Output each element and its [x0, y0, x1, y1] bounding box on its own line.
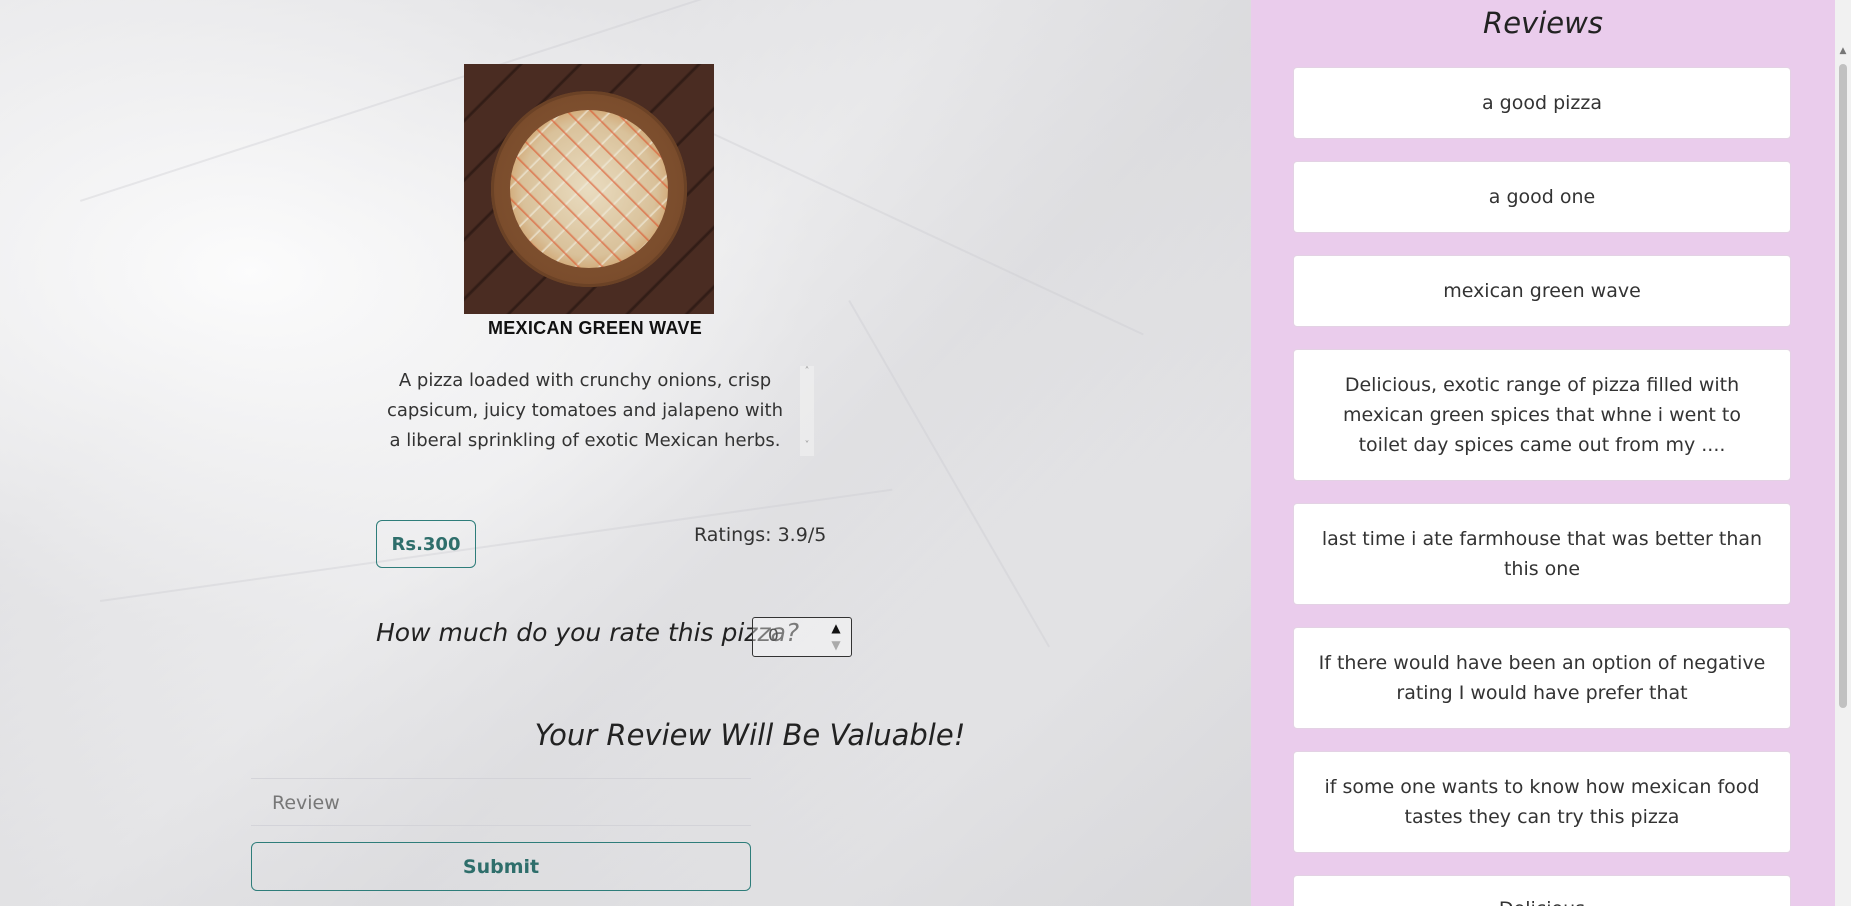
reviews-title: Reviews [1483, 6, 1603, 40]
review-input[interactable]: Review [251, 778, 751, 826]
product-description: A pizza loaded with crunchy onions, cris… [386, 370, 784, 451]
rating-spinner[interactable]: ▲ ▼ [827, 620, 845, 654]
review-card: last time i ate farmhouse that was bette… [1293, 503, 1791, 605]
scroll-up-icon[interactable]: ˄ [800, 366, 814, 377]
review-card: If there would have been an option of ne… [1293, 627, 1791, 729]
ratings-label: Ratings: 3.9/5 [694, 524, 827, 546]
review-card: mexican green wave [1293, 255, 1791, 327]
rating-value: 0 [768, 626, 779, 646]
review-card: Delicious [1293, 875, 1791, 906]
product-description-box[interactable]: A pizza loaded with crunchy onions, cris… [380, 366, 814, 456]
description-scrollbar[interactable]: ˄ ˅ [800, 366, 814, 456]
page-scrollbar[interactable]: ▲ [1835, 0, 1851, 906]
product-detail-pane: MEXICAN GREEN WAVE A pizza loaded with c… [0, 0, 1251, 906]
rate-question-label: How much do you rate this pizza? [376, 618, 800, 647]
rating-number-input[interactable]: 0 ▲ ▼ [752, 617, 852, 657]
reviews-panel[interactable]: Reviews a good pizza a good one mexican … [1251, 0, 1835, 906]
pizza-image [464, 64, 714, 314]
product-name: MEXICAN GREEN WAVE [487, 318, 703, 338]
spin-down-icon[interactable]: ▼ [827, 637, 845, 654]
background-crease [848, 300, 1050, 648]
pizza-illustration [510, 110, 668, 268]
review-heading: Your Review Will Be Valuable! [534, 718, 966, 752]
scroll-down-icon[interactable]: ˅ [800, 440, 814, 451]
review-card: Delicious, exotic range of pizza filled … [1293, 349, 1791, 481]
price-button[interactable]: Rs.300 [376, 520, 476, 568]
spin-up-icon[interactable]: ▲ [827, 620, 845, 637]
review-card: if some one wants to know how mexican fo… [1293, 751, 1791, 853]
submit-button[interactable]: Submit [251, 842, 751, 891]
review-card: a good one [1293, 161, 1791, 233]
review-card: a good pizza [1293, 67, 1791, 139]
scroll-up-arrow-icon[interactable]: ▲ [1835, 46, 1851, 56]
review-placeholder: Review [272, 792, 340, 814]
scrollbar-thumb[interactable] [1839, 64, 1847, 708]
